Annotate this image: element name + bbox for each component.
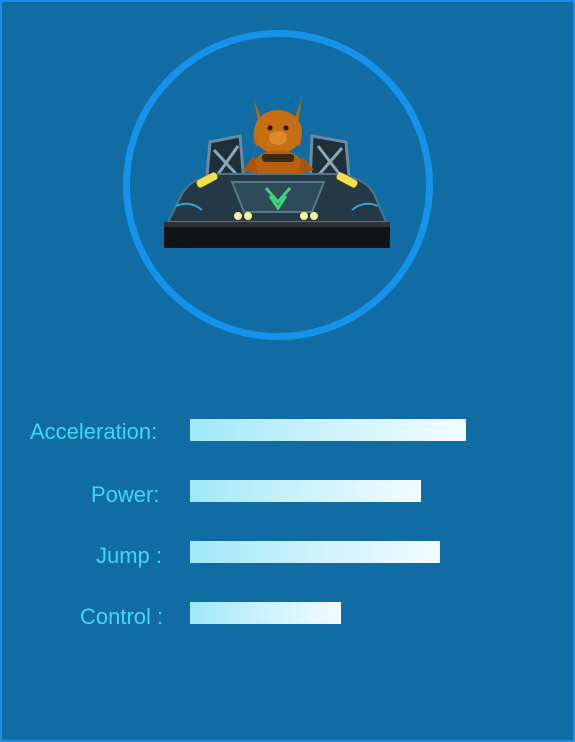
stat-bar-power bbox=[190, 480, 511, 502]
hovercraft-hull bbox=[166, 172, 388, 223]
cat-driver bbox=[242, 98, 314, 186]
stat-bar-fill bbox=[190, 480, 422, 502]
cat-driver-hovercraft-icon bbox=[164, 98, 390, 248]
stat-label-jump: Jump : bbox=[96, 543, 163, 568]
hovercraft-base-edge bbox=[164, 222, 390, 227]
stat-label-acceleration: Acceleration: bbox=[30, 419, 158, 444]
stat-bar-control bbox=[190, 602, 511, 624]
stat-bar-acceleration bbox=[190, 419, 511, 441]
stat-bar-fill bbox=[190, 541, 441, 563]
stat-bar-fill bbox=[190, 602, 341, 624]
stat-label-control: Control : bbox=[80, 604, 164, 629]
stat-bar-jump bbox=[190, 541, 511, 563]
stat-label-power: Power: bbox=[91, 482, 160, 507]
character-stats-panel: Acceleration: Power: Jump : Control : bbox=[0, 0, 575, 742]
stat-bar-fill bbox=[190, 419, 467, 441]
